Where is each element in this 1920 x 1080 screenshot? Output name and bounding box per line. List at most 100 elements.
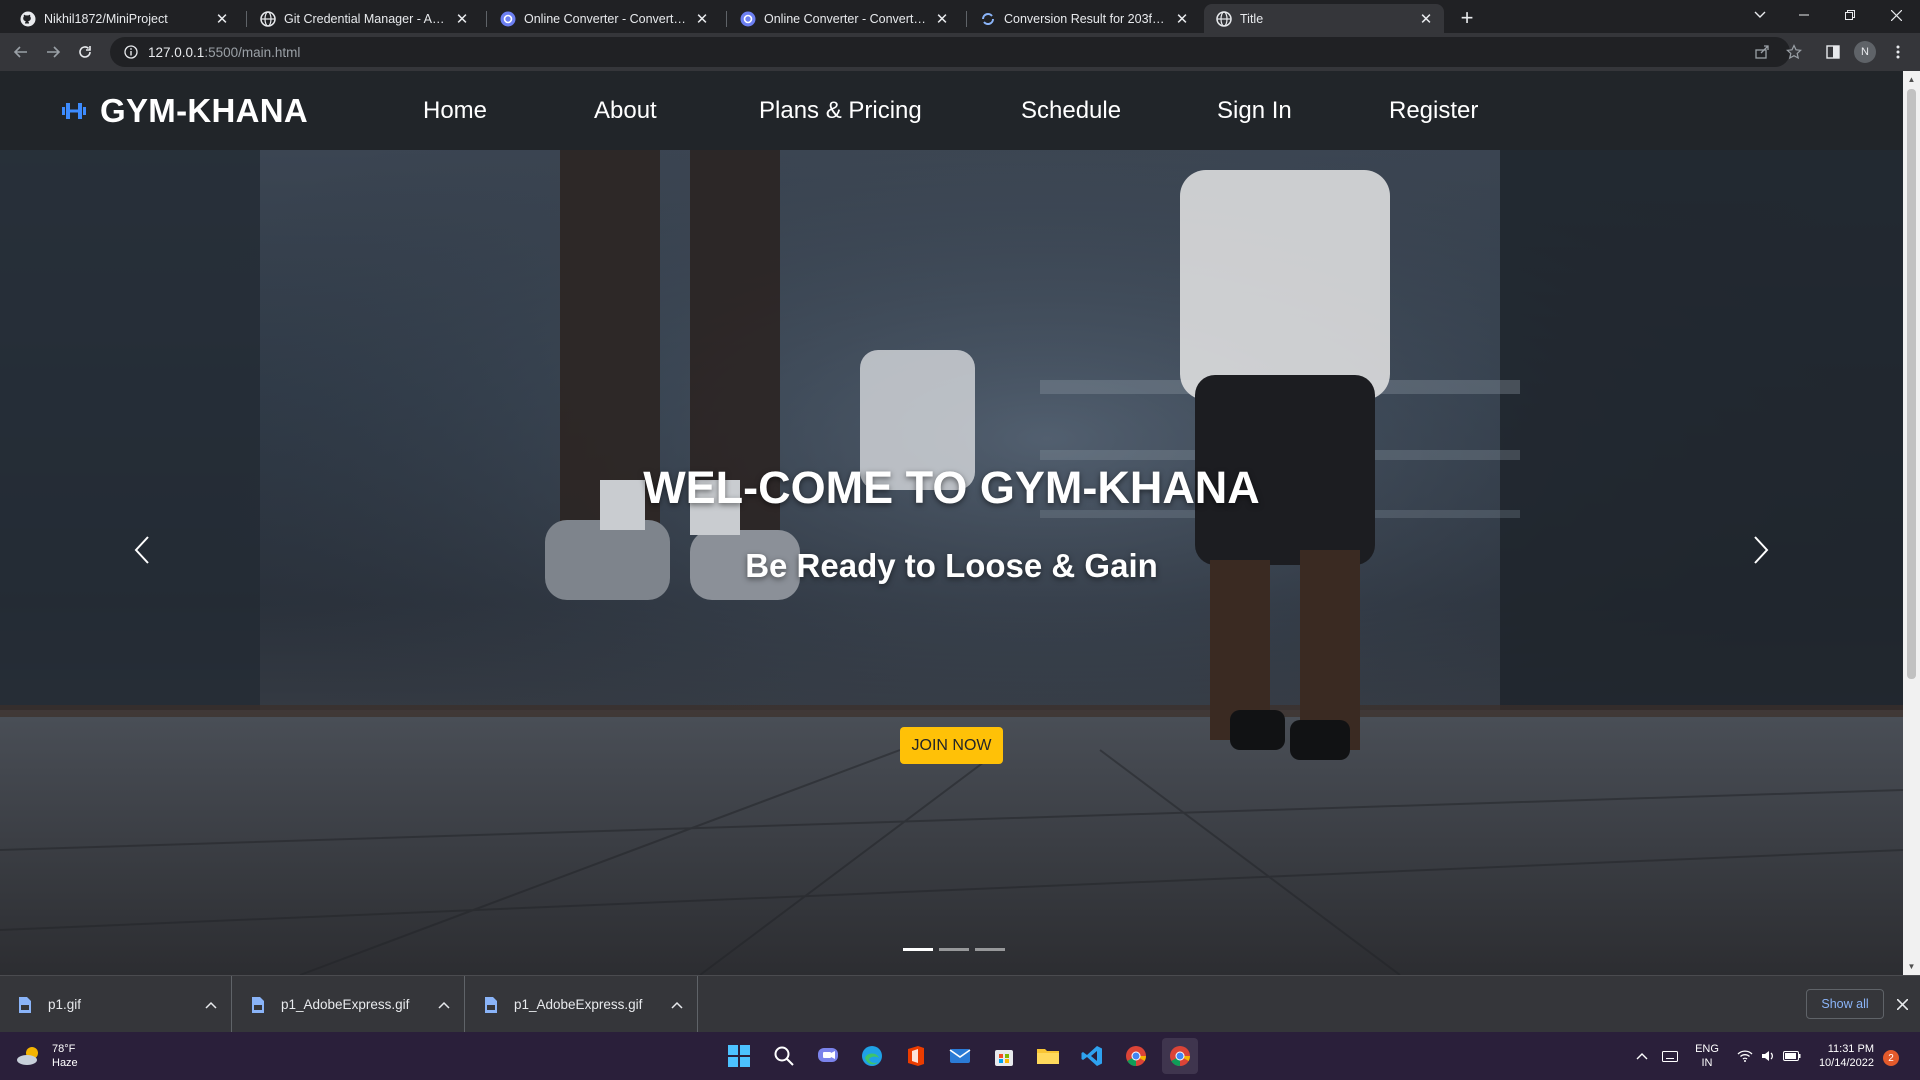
download-item[interactable]: p1_AdobeExpress.gif xyxy=(233,976,465,1033)
hero-title: WEL-COME TO GYM-KHANA xyxy=(643,462,1260,513)
edge-icon xyxy=(862,1046,882,1066)
join-now-button[interactable]: JOIN NOW xyxy=(900,727,1003,764)
restore-icon xyxy=(1845,10,1855,20)
taskbar-office[interactable] xyxy=(898,1038,934,1074)
tab-separator xyxy=(486,11,487,27)
close-icon[interactable]: ✕ xyxy=(214,11,230,28)
reload-icon xyxy=(79,46,91,58)
brand[interactable]: GYM-KHANA xyxy=(60,71,308,150)
converter-icon xyxy=(500,11,516,26)
touch-keyboard-button[interactable] xyxy=(1658,1032,1682,1080)
nav-schedule[interactable]: Schedule xyxy=(1021,71,1121,150)
minimize-icon xyxy=(1799,14,1809,16)
back-arrow-icon xyxy=(13,46,27,58)
reload-button[interactable] xyxy=(72,39,98,65)
url-text: 127.0.0.1:5500/main.html xyxy=(148,45,300,60)
url-host: 127.0.0.1 xyxy=(148,44,205,60)
side-panel-icon xyxy=(1826,45,1840,59)
taskbar-edge[interactable] xyxy=(854,1038,890,1074)
address-bar[interactable]: 127.0.0.1:5500/main.html xyxy=(110,37,1790,67)
tab-4[interactable]: Online Converter - Convert Imag ✕ xyxy=(728,4,960,33)
download-item[interactable]: p1_AdobeExpress.gif xyxy=(466,976,698,1033)
show-all-downloads-button[interactable]: Show all xyxy=(1806,989,1884,1019)
close-icon[interactable]: ✕ xyxy=(454,11,470,28)
carousel-indicator-1[interactable] xyxy=(903,948,933,951)
scroll-up-icon[interactable]: ▲ xyxy=(1903,71,1920,88)
volume-status[interactable] xyxy=(1757,1032,1779,1080)
nav-home[interactable]: Home xyxy=(423,71,487,150)
nav-about[interactable]: About xyxy=(594,71,657,150)
site-info-icon[interactable] xyxy=(116,37,146,67)
file-icon xyxy=(485,996,497,1013)
taskbar-mail[interactable] xyxy=(942,1038,978,1074)
taskbar-chrome[interactable] xyxy=(1118,1038,1154,1074)
language-region: IN xyxy=(1701,1057,1713,1069)
tab-search-button[interactable] xyxy=(1738,0,1782,30)
windows-taskbar: 78°F Haze ENG IN 11:31 PM 10/14/2022 2 xyxy=(0,1032,1920,1080)
close-shelf-button[interactable] xyxy=(1890,992,1914,1016)
browser-menu-button[interactable] xyxy=(1885,39,1911,65)
download-item[interactable]: p1.gif xyxy=(0,976,232,1033)
carousel-indicator-3[interactable] xyxy=(975,948,1005,951)
taskbar-chrome-profile[interactable] xyxy=(1162,1038,1198,1074)
tab-3[interactable]: Online Converter - Convert Imag ✕ xyxy=(488,4,720,33)
tab-5[interactable]: Conversion Result for 203fdf035 ✕ xyxy=(968,4,1200,33)
taskbar-search[interactable] xyxy=(766,1038,802,1074)
tab-2[interactable]: Git Credential Manager - Authen ✕ xyxy=(248,4,480,33)
restore-button[interactable] xyxy=(1828,0,1872,30)
browser-toolbar: 127.0.0.1:5500/main.html N xyxy=(0,33,1920,71)
nav-sign-in[interactable]: Sign In xyxy=(1217,71,1292,150)
language-indicator[interactable]: ENG IN xyxy=(1692,1042,1722,1070)
profile-avatar[interactable]: N xyxy=(1854,41,1876,63)
carousel-indicator-2[interactable] xyxy=(939,948,969,951)
tab-6-active[interactable]: Title ✕ xyxy=(1204,4,1444,33)
window-close-button[interactable] xyxy=(1874,0,1918,30)
chevron-up-icon[interactable] xyxy=(432,993,456,1017)
back-button[interactable] xyxy=(8,39,34,65)
taskbar-file-explorer[interactable] xyxy=(1030,1038,1066,1074)
forward-button[interactable] xyxy=(40,39,66,65)
minimize-button[interactable] xyxy=(1782,0,1826,30)
close-icon[interactable]: ✕ xyxy=(694,11,710,28)
taskbar-clock[interactable]: 11:31 PM 10/14/2022 xyxy=(1812,1042,1874,1070)
download-filename: p1_AdobeExpress.gif xyxy=(281,997,410,1012)
globe-icon xyxy=(260,10,276,27)
close-icon[interactable]: ✕ xyxy=(1174,11,1190,28)
download-filename: p1_AdobeExpress.gif xyxy=(514,997,643,1012)
chevron-up-icon[interactable] xyxy=(199,993,223,1017)
taskbar-store[interactable] xyxy=(986,1038,1022,1074)
search-icon xyxy=(774,1046,794,1066)
taskbar-vscode[interactable] xyxy=(1074,1038,1110,1074)
keyboard-icon xyxy=(1662,1050,1678,1062)
scroll-down-icon[interactable]: ▼ xyxy=(1903,958,1920,975)
page-viewport: GYM-KHANA Home About Plans & Pricing Sch… xyxy=(0,71,1903,975)
scrollbar-thumb[interactable] xyxy=(1907,89,1916,679)
share-button[interactable] xyxy=(1749,39,1775,65)
start-button[interactable] xyxy=(721,1038,757,1074)
bookmark-button[interactable] xyxy=(1781,39,1807,65)
weather-widget[interactable]: 78°F Haze xyxy=(16,1036,78,1076)
battery-status[interactable] xyxy=(1780,1032,1804,1080)
notification-badge[interactable]: 2 xyxy=(1883,1050,1899,1066)
converter-icon xyxy=(740,11,756,26)
wifi-icon xyxy=(1737,1050,1753,1062)
wifi-status[interactable] xyxy=(1734,1032,1756,1080)
tab-title: Git Credential Manager - Authen xyxy=(284,11,448,26)
close-icon[interactable]: ✕ xyxy=(1418,11,1434,28)
store-icon xyxy=(995,1050,1013,1066)
tab-1[interactable]: Nikhil1872/MiniProject ✕ xyxy=(8,4,240,33)
tab-title: Nikhil1872/MiniProject xyxy=(44,11,168,26)
loading-icon xyxy=(982,12,994,25)
tray-overflow-button[interactable] xyxy=(1630,1032,1654,1080)
hero-subtitle: Be Ready to Loose & Gain xyxy=(745,547,1158,584)
page-scrollbar[interactable]: ▲ ▼ xyxy=(1903,71,1920,975)
nav-plans-pricing[interactable]: Plans & Pricing xyxy=(759,71,922,150)
nav-register[interactable]: Register xyxy=(1389,71,1478,150)
taskbar-chat[interactable] xyxy=(810,1038,846,1074)
close-icon[interactable]: ✕ xyxy=(934,11,950,28)
chrome-icon xyxy=(1126,1046,1147,1067)
new-tab-button[interactable]: + xyxy=(1454,6,1480,32)
chevron-up-icon[interactable] xyxy=(665,993,689,1017)
chrome-icon xyxy=(1170,1046,1191,1067)
side-panel-button[interactable] xyxy=(1820,39,1846,65)
